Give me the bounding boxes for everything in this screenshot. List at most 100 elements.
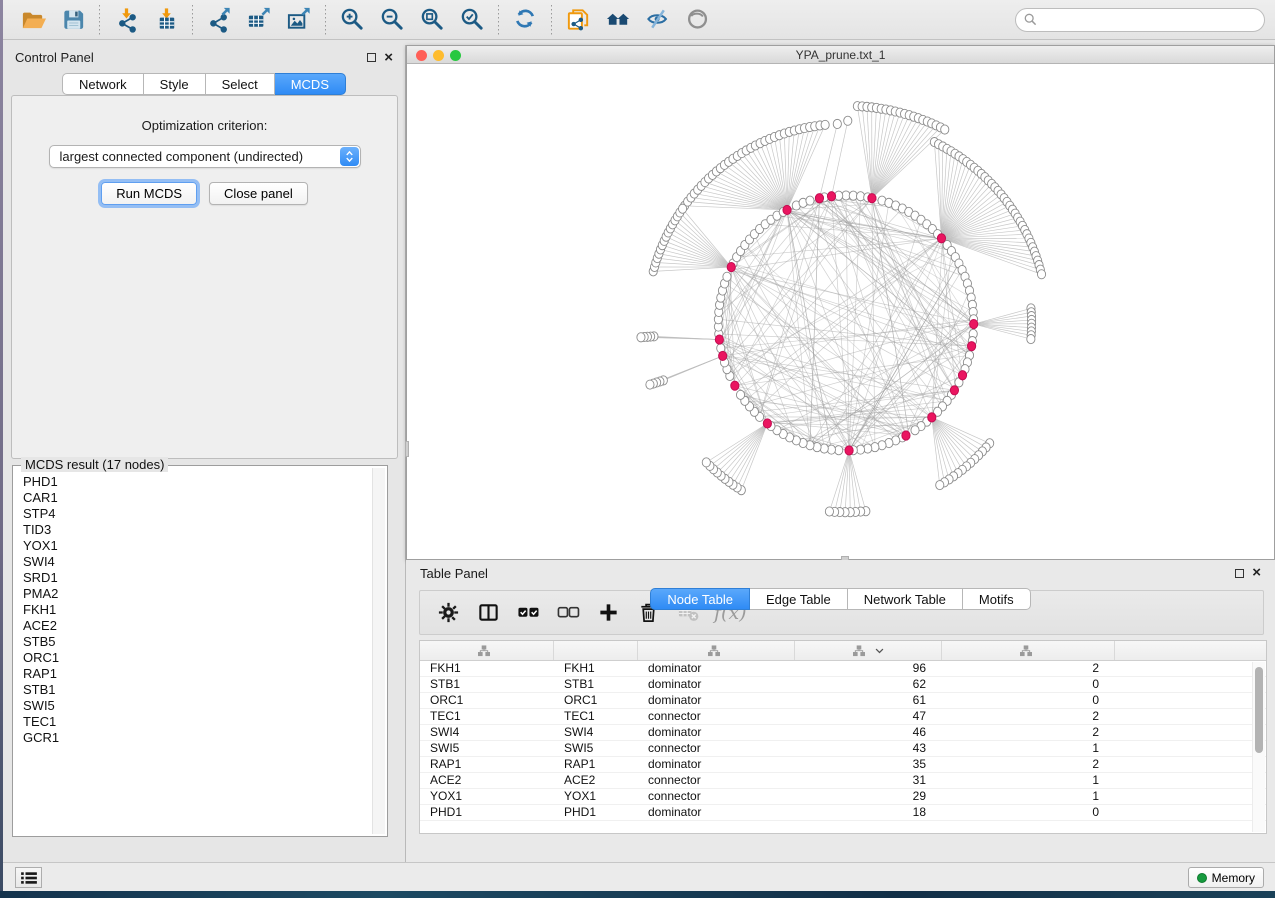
hide-selected-button[interactable] [638, 3, 678, 37]
zoom-selected-button[interactable] [452, 3, 492, 37]
show-all-button[interactable] [678, 3, 718, 37]
export-table-button[interactable] [239, 3, 279, 37]
mcds-hub-node[interactable] [719, 351, 727, 360]
tab-style[interactable]: Style [144, 73, 206, 95]
network-node[interactable] [821, 120, 829, 129]
mcds-result-item[interactable]: ORC1 [23, 650, 371, 666]
mcds-hub-node[interactable] [928, 413, 936, 422]
close-table-panel-icon[interactable]: × [1252, 568, 1261, 578]
search-input[interactable] [1042, 13, 1256, 27]
mcds-result-item[interactable]: SRD1 [23, 570, 371, 586]
run-mcds-button[interactable]: Run MCDS [101, 182, 197, 205]
hide-selected-icon [645, 6, 672, 33]
mcds-result-item[interactable]: SWI4 [23, 554, 371, 570]
network-node[interactable] [1037, 270, 1045, 279]
tab-select[interactable]: Select [206, 73, 275, 95]
mcds-result-list[interactable]: PHD1CAR1STP4TID3YOX1SWI4SRD1PMA2FKH1ACE2… [15, 474, 371, 834]
close-window-icon[interactable] [416, 50, 427, 61]
mcds-result-item[interactable]: GCR1 [23, 730, 371, 746]
network-node[interactable] [736, 390, 744, 399]
network-node[interactable] [702, 458, 710, 467]
optimization-criterion-select[interactable]: largest connected component (undirected) [49, 145, 361, 168]
mcds-result-item[interactable]: TEC1 [23, 714, 371, 730]
network-node[interactable] [833, 119, 841, 128]
mcds-hub-node[interactable] [868, 194, 876, 203]
mcds-result-item[interactable]: ACE2 [23, 618, 371, 634]
mcds-result-title: MCDS result (17 nodes) [21, 457, 168, 472]
mcds-result-scrollbar[interactable] [372, 468, 385, 834]
mcds-result-item[interactable]: TID3 [23, 522, 371, 538]
import-table-button[interactable] [146, 3, 186, 37]
network-node[interactable] [723, 272, 731, 281]
mcds-hub-node[interactable] [731, 381, 739, 390]
mcds-result-item[interactable]: STB1 [23, 682, 371, 698]
memory-button[interactable]: Memory [1188, 867, 1264, 888]
mcds-hub-node[interactable] [970, 319, 978, 328]
tab-network-table[interactable]: Network Table [848, 588, 963, 610]
zoom-out-button[interactable] [372, 3, 412, 37]
save-session-button[interactable] [53, 3, 93, 37]
network-node[interactable] [911, 426, 919, 435]
mcds-hub-node[interactable] [950, 386, 958, 395]
minimize-window-icon[interactable] [433, 50, 444, 61]
tab-mcds[interactable]: MCDS [275, 73, 346, 95]
network-node[interactable] [806, 196, 814, 205]
network-node[interactable] [637, 333, 645, 342]
network-node[interactable] [646, 380, 654, 389]
mcds-result-item[interactable]: FKH1 [23, 602, 371, 618]
network-node[interactable] [844, 116, 852, 125]
first-neighbors-icon [605, 6, 632, 33]
open-file-button[interactable] [13, 3, 53, 37]
zoom-in-button[interactable] [332, 3, 372, 37]
panel-splitter-handle-left[interactable] [405, 441, 409, 457]
mcds-hub-node[interactable] [902, 431, 910, 440]
mcds-result-item[interactable]: CAR1 [23, 490, 371, 506]
mcds-result-item[interactable]: SWI5 [23, 698, 371, 714]
mcds-result-item[interactable]: PMA2 [23, 586, 371, 602]
mcds-hub-node[interactable] [715, 335, 723, 344]
mcds-hub-node[interactable] [783, 205, 791, 214]
refresh-button[interactable] [505, 3, 545, 37]
network-node[interactable] [825, 507, 833, 516]
first-neighbors-button[interactable] [598, 3, 638, 37]
mcds-hub-node[interactable] [968, 342, 976, 351]
mcds-hub-node[interactable] [727, 262, 735, 271]
mcds-result-group: MCDS result (17 nodes) PHD1CAR1STP4TID3Y… [12, 465, 388, 837]
mcds-result-item[interactable]: STB5 [23, 634, 371, 650]
network-node[interactable] [678, 204, 686, 213]
zoom-fit-button[interactable] [412, 3, 452, 37]
network-node[interactable] [941, 125, 949, 134]
export-image-button[interactable] [279, 3, 319, 37]
network-node[interactable] [1027, 335, 1035, 344]
task-history-button[interactable] [15, 867, 42, 888]
tab-edge-table[interactable]: Edge Table [750, 588, 848, 610]
mcds-hub-node[interactable] [958, 371, 966, 380]
mcds-result-item[interactable]: YOX1 [23, 538, 371, 554]
mcds-result-item[interactable]: RAP1 [23, 666, 371, 682]
close-panel-button[interactable]: Close panel [209, 182, 308, 205]
mcds-result-item[interactable]: STP4 [23, 506, 371, 522]
mcds-hub-node[interactable] [845, 446, 853, 455]
mcds-result-item[interactable]: PHD1 [23, 474, 371, 490]
network-window-titlebar[interactable]: YPA_prune.txt_1 [407, 46, 1274, 64]
tab-node-table[interactable]: Node Table [650, 588, 750, 610]
network-canvas[interactable] [407, 64, 1274, 559]
zoom-in-icon [339, 6, 366, 33]
tab-motifs[interactable]: Motifs [963, 588, 1031, 610]
mcds-hub-node[interactable] [937, 234, 945, 243]
clone-network-button[interactable] [558, 3, 598, 37]
float-table-panel-icon[interactable] [1235, 569, 1244, 578]
mcds-hub-node[interactable] [827, 192, 835, 201]
export-network-button[interactable] [199, 3, 239, 37]
network-graph[interactable] [407, 64, 1274, 559]
tab-network[interactable]: Network [62, 73, 144, 95]
mcds-hub-node[interactable] [815, 194, 823, 203]
import-network-button[interactable] [106, 3, 146, 37]
mcds-hub-node[interactable] [763, 419, 771, 428]
network-node[interactable] [936, 481, 944, 490]
task-list-icon [20, 871, 38, 885]
float-panel-icon[interactable] [367, 53, 376, 62]
search-box[interactable] [1015, 8, 1265, 32]
maximize-window-icon[interactable] [450, 50, 461, 61]
close-panel-icon[interactable]: × [384, 53, 393, 63]
